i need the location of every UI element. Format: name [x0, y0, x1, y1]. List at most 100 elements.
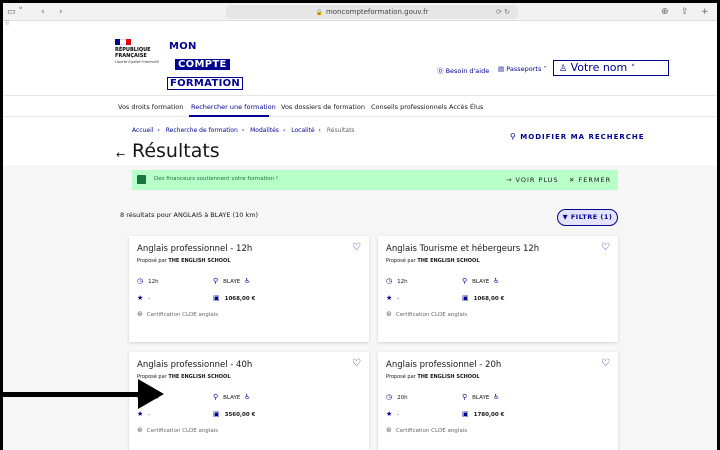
card-title[interactable]: Anglais Tourisme et hébergeurs 12h [386, 244, 539, 254]
nav-item-dossiers[interactable]: Vos dossiers de formation [281, 103, 365, 111]
card-rating: ★ - [386, 410, 399, 418]
card-title[interactable]: Anglais professionnel - 40h [137, 360, 252, 370]
see-more-label: VOIR PLUS [515, 176, 559, 184]
card-certification: ⊛ Certification CLOE anglais [386, 426, 467, 434]
card-rating: ★ - [137, 294, 150, 302]
breadcrumb-item[interactable]: Localité [291, 127, 314, 134]
location-pin-icon: ⚲ [462, 277, 468, 285]
window-marker: ⠿ [5, 20, 10, 27]
active-tab-underline [189, 115, 269, 117]
card-certification: ⊛ Certification CLOE anglais [137, 426, 218, 434]
breadcrumb-item[interactable]: Modalités [250, 127, 279, 134]
certification-value: Certification CLOE anglais [146, 428, 219, 434]
clock-icon: ◷ [386, 277, 393, 285]
provider-prefix: Proposé par [386, 258, 416, 264]
card-location: ⚲ BLAYE ♿ [462, 393, 500, 401]
card-location: ⚲ BLAYE ♿ [213, 393, 251, 401]
user-icon: ♙ [559, 64, 568, 74]
browser-toolbar: ▭ ˅ ‹ › 🔒 moncompteformation.gouv.fr ⟳ ↻ … [3, 3, 717, 21]
card-rating: ★ - [386, 294, 399, 302]
accessibility-icon: ♿ [244, 277, 251, 285]
logo-compte: COMPTE [175, 59, 230, 70]
republique-francaise-logo[interactable]: RÉPUBLIQUE FRANÇAISE Liberté Égalité Fra… [115, 39, 163, 64]
results-count: 8 résultats pour ANGLAIS à BLAYE (10 km) [120, 211, 259, 219]
modify-search-label: MODIFIER MA RECHERCHE [520, 133, 645, 141]
accessibility-icon: ♿ [244, 393, 251, 401]
filter-button[interactable]: ▼ FILTRE (1) [557, 209, 618, 226]
card-duration: ◷ 12h [137, 277, 159, 285]
passports-menu[interactable]: ▤ Passeports ˅ [498, 65, 547, 73]
back-arrow-icon[interactable]: ← [116, 148, 125, 161]
filter-label: FILTRE (1) [570, 213, 613, 221]
main-nav: Vos droits formation Rechercher une form… [3, 95, 717, 117]
forward-icon[interactable]: › [59, 6, 63, 18]
certification-value: Certification CLOE anglais [395, 428, 468, 434]
location-pin-icon: ⚲ [213, 277, 219, 285]
heart-icon[interactable]: ♡ [352, 358, 361, 369]
training-card[interactable]: Anglais professionnel - 40h ♡ Proposé pa… [129, 352, 369, 450]
location-pin-icon: ⚲ [213, 393, 219, 401]
help-label: Besoin d'aide [445, 67, 490, 75]
back-icon[interactable]: ‹ [41, 6, 45, 18]
annotation-arrow-icon [138, 379, 164, 409]
training-card[interactable]: Anglais professionnel - 12h ♡ Proposé pa… [129, 236, 369, 342]
duration-value: 20h [397, 395, 408, 401]
filter-icon: ▼ [562, 213, 569, 221]
heart-icon[interactable]: ♡ [601, 242, 610, 253]
help-link[interactable]: ⓪ Besoin d'aide [437, 65, 489, 75]
nav-item-droits[interactable]: Vos droits formation [118, 103, 183, 111]
card-location: ⚲ BLAYE ♿ [462, 277, 500, 285]
star-icon: ★ [137, 410, 144, 418]
address-bar[interactable]: 🔒 moncompteformation.gouv.fr ⟳ ↻ [226, 5, 518, 19]
price-value: 1068,00 € [473, 296, 505, 302]
logo-formation: FORMATION [167, 77, 244, 90]
see-more-button[interactable]: → VOIR PLUS [506, 176, 559, 184]
reload-icon[interactable]: ⟳ ↻ [496, 5, 510, 19]
sidebar-icon[interactable]: ▭ ˅ [7, 6, 23, 18]
francaise-text: FRANÇAISE [115, 53, 147, 59]
clock-icon: ◷ [137, 277, 144, 285]
card-duration: ◷ 12h [386, 277, 408, 285]
nav-item-conseils[interactable]: Conseils professionnels [371, 103, 447, 111]
url-text: moncompteformation.gouv.fr [325, 8, 429, 16]
price-value: 3560,00 € [224, 412, 256, 418]
breadcrumb-item[interactable]: Accueil [132, 127, 153, 134]
provider-name: THE ENGLISH SCHOOL [168, 374, 231, 380]
share-icon[interactable]: ⇪ [681, 6, 689, 18]
location-value: BLAYE [472, 279, 490, 285]
rating-value: - [397, 412, 400, 418]
nav-item-rechercher[interactable]: Rechercher une formation [191, 103, 276, 111]
heart-icon[interactable]: ♡ [601, 358, 610, 369]
modify-search-button[interactable]: ⚲ MODIFIER MA RECHERCHE [510, 132, 645, 141]
training-card[interactable]: Anglais professionnel - 20h ♡ Proposé pa… [378, 352, 618, 450]
star-icon: ★ [137, 294, 144, 302]
card-duration: ◷ 20h [386, 393, 408, 401]
financers-banner: Des financeurs soutiennent votre formati… [132, 170, 618, 190]
user-account-button[interactable]: ♙ Votre nom ˅ [553, 60, 669, 76]
lock-icon: 🔒 [315, 9, 323, 16]
screen-frame: ▭ ˅ ‹ › 🔒 moncompteformation.gouv.fr ⟳ ↻ … [0, 0, 720, 450]
card-title[interactable]: Anglais professionnel - 12h [137, 244, 252, 254]
chevron-down-icon: ˅ [543, 65, 547, 73]
card-price: ▣ 1068,00 € [462, 294, 504, 302]
price-icon: ▣ [213, 294, 220, 302]
heart-icon[interactable]: ♡ [352, 242, 361, 253]
certificate-icon: ⊛ [386, 310, 392, 318]
nav-item-elus[interactable]: Accès Élus [449, 103, 483, 111]
certification-value: Certification CLOE anglais [146, 312, 219, 318]
close-banner-button[interactable]: ✕ FERMER [569, 176, 611, 184]
browser-window: ▭ ˅ ‹ › 🔒 moncompteformation.gouv.fr ⟳ ↻ … [3, 3, 717, 450]
new-tab-icon[interactable]: + [701, 6, 709, 18]
mon-compte-formation-logo[interactable]: MON COMPTE FORMATION [167, 41, 244, 90]
download-icon[interactable]: ⊕ [661, 6, 669, 18]
price-icon: ▣ [213, 410, 220, 418]
price-icon: ▣ [462, 294, 469, 302]
star-icon: ★ [386, 294, 393, 302]
price-value: 1068,00 € [224, 296, 256, 302]
card-price: ▣ 3560,00 € [213, 410, 255, 418]
card-location: ⚲ BLAYE ♿ [213, 277, 251, 285]
search-icon: ⚲ [510, 132, 517, 141]
card-title[interactable]: Anglais professionnel - 20h [386, 360, 501, 370]
training-card[interactable]: Anglais Tourisme et hébergeurs 12h ♡ Pro… [378, 236, 618, 342]
breadcrumb-item[interactable]: Recherche de formation [166, 127, 238, 134]
